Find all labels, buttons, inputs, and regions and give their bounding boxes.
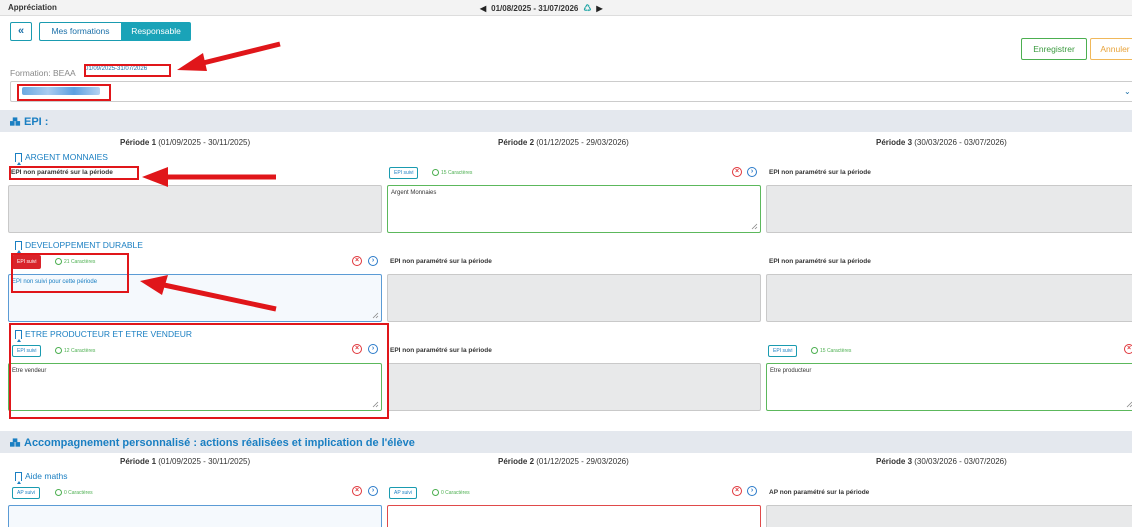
title-bar: Appréciation ◀ 01/08/2025 - 31/07/2026 ♺… xyxy=(0,0,1132,16)
char-count: 0 Caractères xyxy=(432,489,470,496)
resize-handle-icon[interactable] xyxy=(372,312,379,319)
ap-period-2-header: Période 2 (01/12/2025 - 29/03/2026) xyxy=(498,457,629,466)
resize-handle-icon[interactable] xyxy=(1126,401,1132,408)
resize-handle-icon[interactable] xyxy=(751,223,758,230)
student-select[interactable] xyxy=(10,81,1132,102)
arrow-right-circle-icon[interactable]: › xyxy=(368,486,378,496)
page-title: Appréciation xyxy=(8,3,57,12)
epi-disabled-area xyxy=(387,274,761,322)
cubes-icon xyxy=(10,117,21,126)
epi-suivi-badge[interactable]: EPI suivi xyxy=(768,345,798,357)
epi-disabled-area xyxy=(766,185,1132,233)
annotation-box-suivi xyxy=(11,253,129,293)
back-button[interactable]: « xyxy=(10,22,32,41)
clear-circle-icon[interactable]: × xyxy=(1124,344,1132,354)
epi-disabled-area xyxy=(8,185,382,233)
ap-comment-textarea[interactable] xyxy=(387,505,761,527)
save-button[interactable]: Enregistrer xyxy=(1021,38,1087,60)
arrow-right-circle-icon[interactable]: › xyxy=(368,256,378,266)
annotation-box-student xyxy=(17,84,111,101)
epi-comment-textarea[interactable]: Argent Monnaies xyxy=(387,185,761,233)
clear-circle-icon[interactable]: × xyxy=(732,167,742,177)
epi-not-set-p3: EPI non paramétré sur la période xyxy=(769,258,871,265)
clear-circle-icon[interactable]: × xyxy=(352,256,362,266)
epi-disabled-area xyxy=(766,274,1132,322)
date-range-nav: ◀ 01/08/2025 - 31/07/2026 ♺ ▶ xyxy=(480,3,603,14)
epi-not-set-p3: EPI non paramétré sur la période xyxy=(769,169,871,176)
refresh-icon[interactable]: ♺ xyxy=(583,3,591,14)
char-count: 15 Caractères xyxy=(432,169,472,176)
cubes-icon xyxy=(10,438,21,447)
date-range: 01/08/2025 - 31/07/2026 xyxy=(491,4,579,13)
check-circle-icon xyxy=(55,489,62,496)
annotation-arrow-icon xyxy=(140,275,277,312)
check-circle-icon xyxy=(811,347,818,354)
next-arrow-icon[interactable]: ▶ xyxy=(596,4,602,13)
ap-period-1-header: Période 1 (01/09/2025 - 30/11/2025) xyxy=(120,457,251,466)
epi-not-set-p2: EPI non paramétré sur la période xyxy=(390,347,492,354)
bookmark-icon xyxy=(15,471,22,484)
epi-comment-textarea[interactable]: Etre producteur xyxy=(766,363,1132,411)
annotation-box-row xyxy=(9,323,389,419)
chevron-down-icon[interactable]: ⌄ xyxy=(1124,87,1131,96)
clear-circle-icon[interactable]: × xyxy=(732,486,742,496)
arrow-right-circle-icon[interactable]: › xyxy=(747,167,757,177)
bookmark-icon xyxy=(15,152,22,165)
tab-mes-formations[interactable]: Mes formations xyxy=(39,22,121,41)
ap-period-3-header: Période 3 (30/03/2026 - 03/07/2026) xyxy=(876,457,1007,466)
ap-disabled-area xyxy=(766,505,1132,527)
check-circle-icon xyxy=(432,169,439,176)
epi-suivi-badge[interactable]: EPI suivi xyxy=(389,167,419,179)
tab-responsable[interactable]: Responsable xyxy=(121,22,191,41)
formation-label: Formation: BEAA xyxy=(10,68,76,78)
ap-not-set-p3: AP non paramétré sur la période xyxy=(769,489,870,496)
epi-period-1-header: Période 1 (01/09/2025 - 30/11/2025) xyxy=(120,138,251,147)
epi-period-3-header: Période 3 (30/03/2026 - 03/07/2026) xyxy=(876,138,1007,147)
bookmark-icon xyxy=(15,240,22,253)
cancel-button[interactable]: Annuler xyxy=(1090,38,1132,60)
clear-circle-icon[interactable]: × xyxy=(352,486,362,496)
annotation-arrow-icon xyxy=(142,167,276,187)
epi-period-2-header: Période 2 (01/12/2025 - 29/03/2026) xyxy=(498,138,629,147)
check-circle-icon xyxy=(432,489,439,496)
epi-name-argent-monnaies: ARGENT MONNAIES xyxy=(15,152,108,165)
ap-suivi-badge[interactable]: AP suivi xyxy=(12,487,40,499)
epi-not-set-p2: EPI non paramétré sur la période xyxy=(390,258,492,265)
epi-name-developpement-durable: DEVELOPPEMENT DURABLE xyxy=(15,240,143,253)
ap-name-aide-maths: Aide maths xyxy=(15,471,68,484)
previous-arrow-icon[interactable]: ◀ xyxy=(480,4,486,13)
epi-section-header xyxy=(0,110,1132,132)
annotation-arrow-icon xyxy=(177,41,281,71)
ap-section-title: Accompagnement personnalisé : actions ré… xyxy=(10,437,415,449)
ap-suivi-badge[interactable]: AP suivi xyxy=(389,487,417,499)
annotation-box-formation-dates xyxy=(84,64,171,77)
epi-section-title: EPI : xyxy=(10,116,48,128)
epi-disabled-area xyxy=(387,363,761,411)
ap-comment-textarea[interactable] xyxy=(8,505,382,527)
annotation-box-not-set xyxy=(9,166,139,180)
char-count: 0 Caractères xyxy=(55,489,93,496)
arrow-right-circle-icon[interactable]: › xyxy=(747,486,757,496)
char-count: 15 Caractères xyxy=(811,347,851,354)
